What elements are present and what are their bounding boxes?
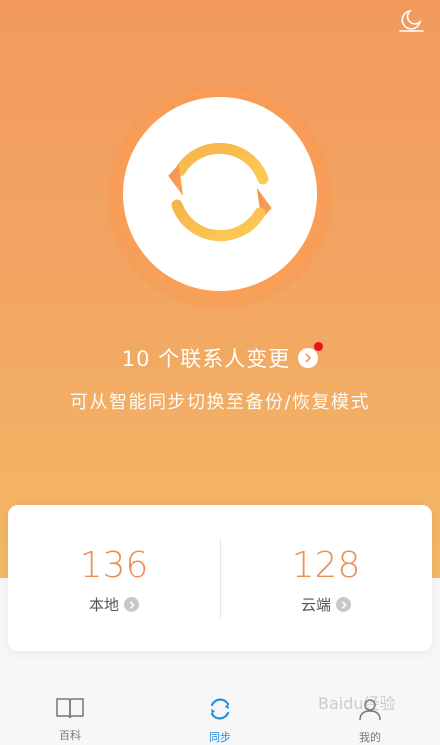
cloud-count: 128 <box>291 545 361 586</box>
sync-icon <box>207 696 233 726</box>
tab-sync[interactable]: 同步 <box>170 696 270 744</box>
tab-label: 我的 <box>359 731 381 744</box>
chevron-right-icon <box>124 597 139 612</box>
sync-button[interactable] <box>123 97 317 291</box>
chevron-right-icon <box>336 597 351 612</box>
tab-encyclopedia[interactable]: 百科 <box>20 696 120 742</box>
contact-changes-link[interactable]: 10 个联系人变更 <box>0 340 440 376</box>
hero-background: 10 个联系人变更 可从智能同步切换至备份/恢复模式 <box>0 0 440 578</box>
contact-changes-text: 10 个联系人变更 <box>121 347 291 371</box>
sync-arrows-icon <box>155 127 285 261</box>
tab-label: 同步 <box>209 731 231 744</box>
local-contacts-stat[interactable]: 136 本地 <box>8 505 220 651</box>
cloud-contacts-stat[interactable]: 128 云端 <box>220 505 432 651</box>
person-icon <box>357 696 383 726</box>
mode-hint-text: 可从智能同步切换至备份/恢复模式 <box>69 392 371 413</box>
local-label: 本地 <box>88 596 119 614</box>
moon-icon <box>397 7 425 39</box>
tab-label: 百科 <box>59 729 81 742</box>
book-icon <box>55 696 85 724</box>
tab-mine[interactable]: 我的 <box>320 696 420 744</box>
local-count: 136 <box>79 545 149 586</box>
stats-card: 136 本地 128 云端 <box>8 505 432 651</box>
bottom-tab-bar: 百科 同步 我的 <box>0 688 440 744</box>
night-mode-button[interactable] <box>394 6 428 40</box>
chevron-right-icon <box>298 342 324 368</box>
cloud-label: 云端 <box>300 596 331 614</box>
notification-dot <box>314 342 324 351</box>
